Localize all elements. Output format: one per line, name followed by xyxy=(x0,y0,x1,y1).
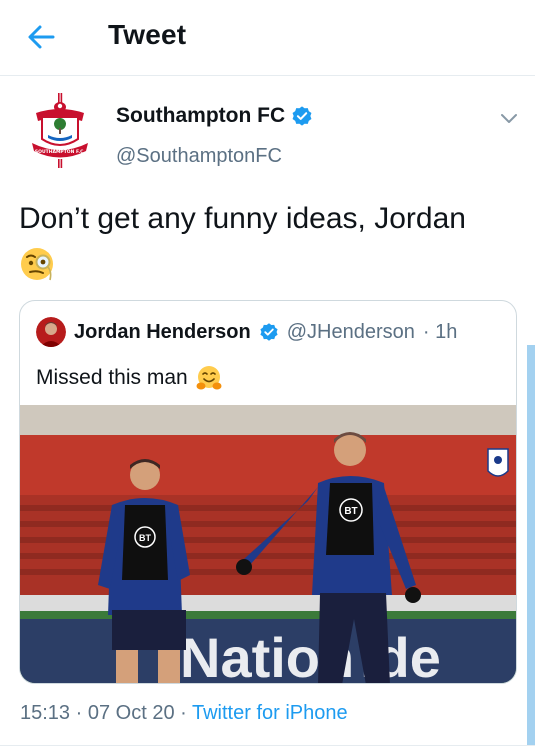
shirt-logo-right: BT xyxy=(344,506,357,517)
verified-badge-icon xyxy=(260,323,278,341)
author-handle[interactable]: @SouthamptonFC xyxy=(116,145,282,168)
svg-text:SOUTHAMPTON F.C.: SOUTHAMPTON F.C. xyxy=(35,149,85,155)
quoted-author-avatar[interactable] xyxy=(36,317,66,347)
tweet-body: Don’t get any funny ideas, Jordan xyxy=(19,202,466,235)
top-bar: Tweet xyxy=(0,0,535,76)
quoted-tweet-time: · 1h xyxy=(422,320,458,343)
back-arrow-icon[interactable] xyxy=(26,22,56,52)
hugging-face-emoji-icon xyxy=(196,366,222,390)
scrollbar[interactable] xyxy=(527,345,535,745)
chevron-down-icon[interactable] xyxy=(498,107,520,129)
quoted-author-handle[interactable]: @JHenderson xyxy=(287,321,415,344)
quoted-tweet-header: Jordan Henderson @JHenderson · 1h xyxy=(36,317,457,347)
tweet-date: 07 Oct 20 xyxy=(87,702,175,724)
tweet-text: Don’t get any funny ideas, Jordan xyxy=(19,198,519,282)
quoted-tweet-photo[interactable]: Nation ide BT BT xyxy=(20,405,517,684)
quoted-author-name[interactable]: Jordan Henderson xyxy=(74,321,251,344)
quoted-tweet-card[interactable]: Jordan Henderson @JHenderson · 1h Missed… xyxy=(19,300,517,684)
verified-badge-icon xyxy=(292,106,312,126)
tweet-time: 15:13 xyxy=(20,702,71,724)
author-name-row[interactable]: Southampton FC xyxy=(116,104,313,128)
shirt-logo-left: BT xyxy=(139,533,151,543)
face-with-monocle-emoji-icon xyxy=(21,248,53,281)
southampton-crest-avatar[interactable]: SOUTHAMPTON F.C. xyxy=(30,91,90,171)
tweet-source-link[interactable]: Twitter for iPhone xyxy=(192,702,348,724)
quoted-tweet-body: Missed this man xyxy=(36,366,188,389)
quoted-tweet-text: Missed this man xyxy=(36,365,222,391)
page-title: Tweet xyxy=(108,19,187,50)
tweet-author: SOUTHAMPTON F.C. Southampton FC @Southam… xyxy=(0,77,535,187)
author-name[interactable]: Southampton FC xyxy=(116,104,285,128)
tweet-meta: 15:13 · 07 Oct 20 · Twitter for iPhone xyxy=(20,702,348,724)
divider xyxy=(0,745,535,746)
